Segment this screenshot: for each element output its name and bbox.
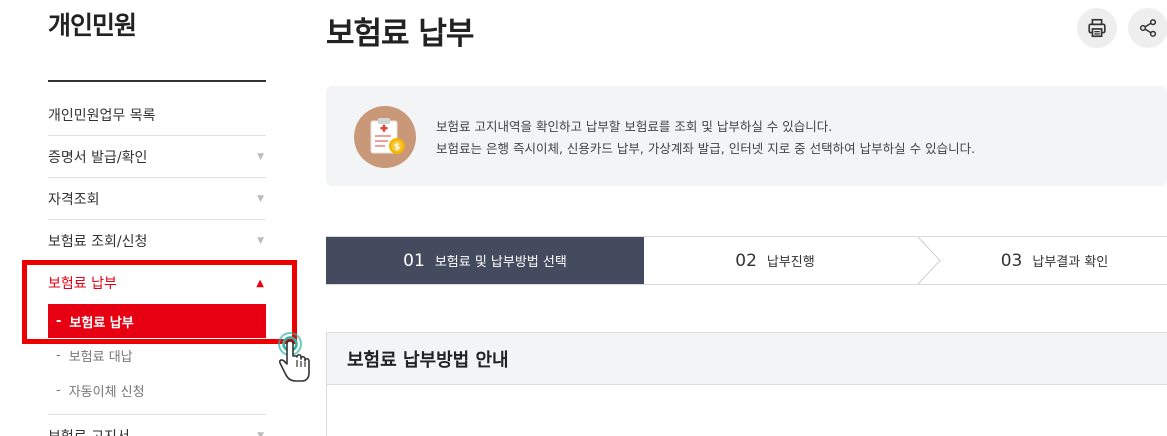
sidebar-item-civil-list[interactable]: 개인민원업무 목록 [48,94,266,136]
print-button[interactable] [1077,8,1117,48]
step-label: 보험료 및 납부방법 선택 [434,255,567,270]
step-number: 02 [735,250,757,271]
print-icon [1088,18,1106,38]
sidebar-item-premium-payment[interactable]: 보험료 납부 ▲ [48,262,266,304]
sidebar-item-label: 보험료 조회/신청 [48,233,148,250]
submenu-item-label: 보험료 대납 [68,350,133,365]
sidebar-item-premium-notice[interactable]: 보험료 고지서 ▼ [48,415,266,436]
chevron-down-icon: ▼ [257,151,264,162]
submenu: - 보험료 납부 - 보험료 대납 - 자동이체 신청 [48,304,266,415]
sidebar-item-label: 보험료 납부 [48,276,117,292]
sidebar-title: 개인민원 [48,11,137,40]
submenu-dash: - [56,313,62,329]
info-box: $ 보험료 고지내역을 확인하고 납부할 보험료를 조회 및 납부하실 수 있습… [326,86,1167,186]
step-separator-chevron [918,237,941,284]
sidebar-item-eligibility[interactable]: 자격조회 ▼ [48,178,266,220]
submenu-item-label: 보험료 납부 [69,315,134,331]
clipboard-coin-icon: $ [354,106,416,168]
svg-text:$: $ [394,143,400,153]
step-indicator: 01 보험료 및 납부방법 선택 02 납부진행 03 납부결과 확인 [326,236,1167,285]
sidebar-item-label: 증명서 발급/확인 [48,149,148,166]
chevron-down-icon: ▼ [257,430,264,436]
step-1-arrow [622,237,644,284]
side-menu: 개인민원업무 목록 증명서 발급/확인 ▼ 자격조회 ▼ 보험료 조회/신청 ▼… [48,94,266,436]
step-3: 03 납부결과 확인 [942,237,1167,284]
submenu-item-auto-transfer[interactable]: - 자동이체 신청 [48,373,266,408]
chevron-up-icon: ▲ [256,277,264,289]
submenu-dash: - [56,348,61,363]
step-2: 02 납부진행 [644,237,906,284]
section-title: 보험료 납부방법 안내 [327,333,1167,385]
step-label: 납부결과 확인 [1032,255,1109,270]
pointer-hand-icon [278,332,310,382]
share-icon [1139,19,1157,37]
sidebar-item-premium-inquiry[interactable]: 보험료 조회/신청 ▼ [48,220,266,262]
payment-method-section: 보험료 납부방법 안내 [326,332,1167,436]
submenu-item-proxy-payment[interactable]: - 보험료 대납 [48,338,266,373]
page-title: 보험료 납부 [326,16,474,52]
submenu-item-label: 자동이체 신청 [68,385,145,400]
chevron-down-icon: ▼ [257,235,264,246]
sidebar-item-label: 보험료 고지서 [48,426,130,436]
step-number: 01 [403,250,425,271]
sidebar-divider [48,80,266,82]
step-1: 01 보험료 및 납부방법 선택 [326,237,644,284]
info-line-1: 보험료 고지내역을 확인하고 납부할 보험료를 조회 및 납부하실 수 있습니다… [436,119,833,134]
share-button[interactable] [1128,8,1167,48]
submenu-item-premium-payment[interactable]: - 보험료 납부 [48,304,266,338]
step-label: 납부진행 [766,255,815,270]
sidebar-item-label: 개인민원업무 목록 [48,107,156,124]
info-line-2: 보험료는 은행 즉시이체, 신용카드 납부, 가상계좌 발급, 인터넷 지로 중… [436,141,976,156]
step-number: 03 [1000,250,1023,271]
sidebar-item-certificate[interactable]: 증명서 발급/확인 ▼ [48,136,266,178]
info-text: 보험료 고지내역을 확인하고 납부할 보험료를 조회 및 납부하실 수 있습니다… [436,116,975,160]
sidebar-item-label: 자격조회 [48,191,100,208]
sidebar: 개인민원 개인민원업무 목록 증명서 발급/확인 ▼ 자격조회 ▼ 보험료 조회… [48,0,266,436]
submenu-dash: - [56,383,61,398]
chevron-down-icon: ▼ [257,193,264,204]
